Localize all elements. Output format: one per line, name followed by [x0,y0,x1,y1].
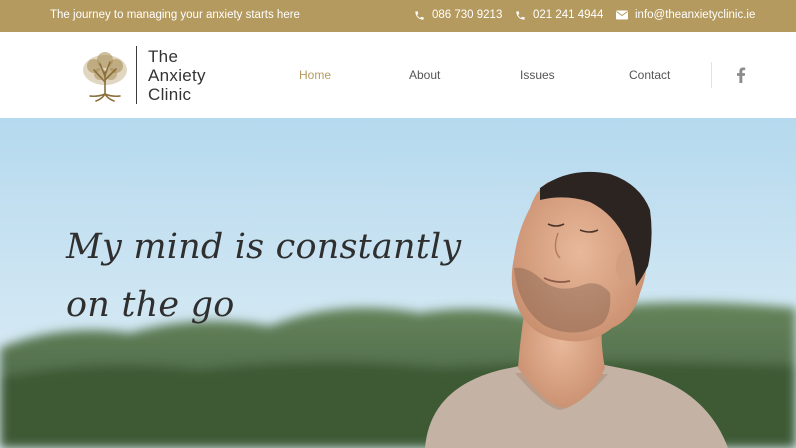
phone-link-1[interactable]: 086 730 9213 [414,9,502,21]
logo-wordmark: The Anxiety Clinic [148,47,206,104]
hero-heading-line-1: My mind is constantly [66,227,462,267]
email-link[interactable]: info@theanxietyclinic.ie [616,9,755,21]
nav-item-about[interactable]: About [409,68,440,82]
facebook-icon [737,67,746,83]
phone-number-1: 086 730 9213 [432,9,503,21]
hero-heading-line-2: on the go [66,285,235,325]
site-header: The Anxiety Clinic Home About Issues Con… [0,32,796,118]
top-bar: The journey to managing your anxiety sta… [0,0,796,32]
logo-line-1: The [148,47,179,66]
hero-heading: My mind is constantly on the go [66,218,461,334]
facebook-link[interactable] [736,67,746,88]
phone-link-2[interactable]: 021 241 4944 [515,9,603,21]
phone-icon [415,10,424,20]
nav-divider [711,62,712,88]
logo-line-2: Anxiety [148,66,206,85]
nav-item-issues[interactable]: Issues [520,68,555,82]
envelope-icon [616,10,628,20]
logo-divider [136,46,137,104]
phone-icon [516,10,525,20]
nav-item-home[interactable]: Home [299,68,331,82]
site-logo[interactable]: The Anxiety Clinic [80,44,220,108]
hero-banner: My mind is constantly on the go [0,118,796,448]
tagline: The journey to managing your anxiety sta… [50,9,300,21]
nav-item-contact[interactable]: Contact [629,68,670,82]
logo-line-3: Clinic [148,85,192,104]
email-address: info@theanxietyclinic.ie [635,9,756,21]
phone-number-2: 021 241 4944 [533,9,604,21]
tree-icon [83,52,127,102]
